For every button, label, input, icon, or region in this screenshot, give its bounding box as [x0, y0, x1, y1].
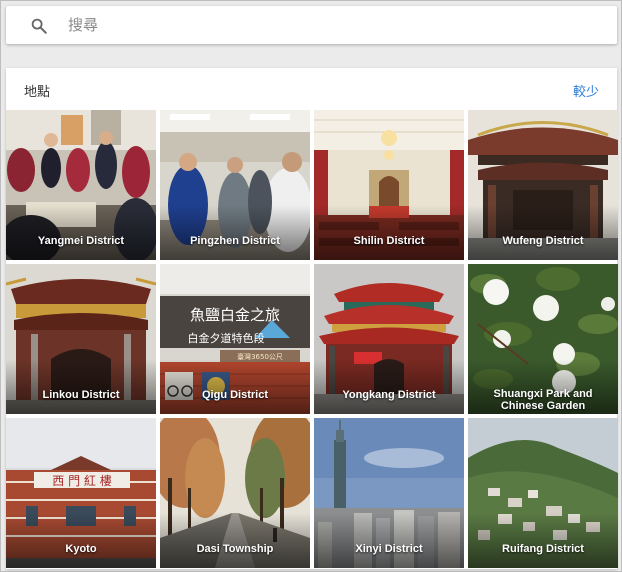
place-tile-yangmei[interactable]: Yangmei District — [6, 110, 156, 260]
place-label: Kyoto — [65, 543, 97, 555]
show-less-link[interactable]: 較少 — [573, 81, 599, 100]
sign-text-kyoto: 西 門 紅 樓 — [52, 473, 111, 488]
place-label: Qigu District — [201, 389, 268, 401]
place-tile-wufeng[interactable]: Wufeng District — [468, 110, 618, 260]
place-label: Yongkang District — [342, 389, 436, 401]
place-label: Shilin District — [353, 235, 425, 247]
place-label: Xinyi District — [355, 543, 423, 555]
search-input[interactable] — [68, 14, 588, 36]
sign-text-2: 白金夕道特色段 — [188, 331, 265, 345]
places-grid: Yangmei District Pingzhen District Shili… — [6, 110, 618, 569]
place-label: Shuangxi Park and Chinese Garden — [493, 388, 593, 412]
app-frame: 地點 較少 — [0, 0, 622, 572]
sign-text-1: 魚鹽白金之旅 — [190, 306, 280, 324]
section-title: 地點 — [24, 85, 51, 100]
place-label: Yangmei District — [37, 235, 125, 247]
search-icon[interactable] — [30, 17, 48, 35]
place-tile-xinyi[interactable]: Xinyi District — [314, 418, 464, 568]
place-tile-shilin[interactable]: Shilin District — [314, 110, 464, 260]
place-tile-dasi[interactable]: Dasi Township — [160, 418, 310, 568]
place-label: Ruifang District — [502, 543, 584, 555]
search-bar[interactable] — [6, 6, 617, 44]
place-tile-pingzhen[interactable]: Pingzhen District — [160, 110, 310, 260]
place-label: Dasi Township — [196, 543, 274, 555]
place-tile-qigu[interactable]: 魚鹽白金之旅 白金夕道特色段 臺灣3650公尺 Qigu District — [160, 264, 310, 414]
places-panel: 地點 較少 Yangmei District Pingzhen District… — [6, 68, 618, 569]
place-tile-yongkang[interactable]: Yongkang District — [314, 264, 464, 414]
place-label: Wufeng District — [502, 235, 584, 247]
place-tile-kyoto[interactable]: 西 門 紅 樓 Kyoto — [6, 418, 156, 568]
place-tile-shuangxi-park[interactable]: Shuangxi Park and Chinese Garden — [468, 264, 618, 414]
place-label: Linkou District — [42, 389, 120, 401]
place-tile-ruifang[interactable]: Ruifang District — [468, 418, 618, 568]
place-label: Pingzhen District — [190, 235, 280, 247]
place-tile-linkou[interactable]: Linkou District — [6, 264, 156, 414]
